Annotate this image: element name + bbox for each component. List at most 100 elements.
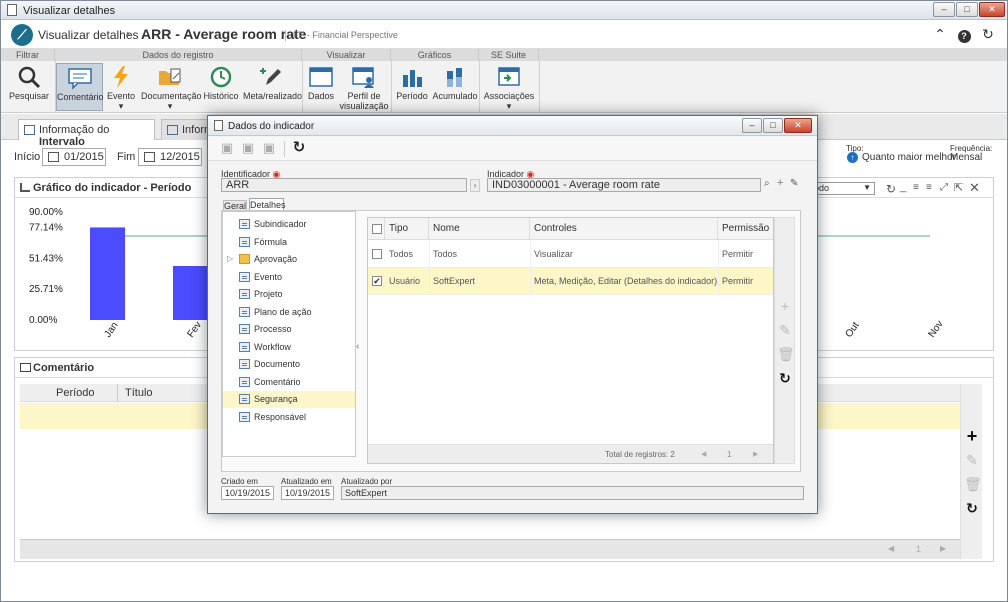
- associacoes-button[interactable]: Associações ▾: [482, 63, 536, 111]
- stacked-chart-icon: [447, 68, 462, 87]
- comentario-button[interactable]: Comentário: [56, 63, 104, 111]
- inicio-date-field[interactable]: 01/2015: [42, 148, 106, 166]
- refresh-icon[interactable]: ↻: [291, 140, 307, 156]
- row-checkbox[interactable]: [372, 249, 382, 259]
- tree-item-subindicador[interactable]: Subindicador: [223, 216, 355, 233]
- edit-icon[interactable]: ✎: [964, 452, 980, 468]
- sort-up-icon[interactable]: ≡: [926, 182, 932, 193]
- add-icon[interactable]: +: [777, 298, 793, 314]
- chart-refresh-icon[interactable]: ↻: [886, 182, 896, 196]
- col-periodo-header[interactable]: Período: [56, 387, 95, 399]
- tree-item-aprovacao[interactable]: ▷ Aprovação: [223, 251, 355, 268]
- maximize-button[interactable]: □: [956, 2, 978, 17]
- y-tick-label: 25.71%: [29, 284, 63, 295]
- sort-down-icon[interactable]: ≡: [913, 182, 919, 193]
- save-icon[interactable]: ▣: [240, 140, 256, 156]
- dados-button[interactable]: Dados: [305, 63, 337, 111]
- chart-view-select[interactable]: odo ▼: [810, 182, 875, 195]
- meta-realizado-button[interactable]: Meta/realizado: [243, 63, 303, 111]
- tree-item-comentario[interactable]: Comentário: [223, 374, 355, 391]
- select-all-checkbox[interactable]: [372, 224, 382, 234]
- col-titulo-header[interactable]: Título: [125, 387, 153, 399]
- prev-page-icon[interactable]: ◀: [701, 450, 706, 458]
- tree-item-responsavel[interactable]: Responsável: [223, 409, 355, 426]
- col-controles-header[interactable]: Controles: [530, 218, 718, 240]
- periodo-button[interactable]: Período: [394, 63, 430, 111]
- col-permissao-header[interactable]: Permissão: [718, 218, 773, 240]
- help-icon[interactable]: ?: [956, 26, 972, 43]
- row-checkbox-checked[interactable]: ✔: [372, 276, 382, 286]
- document-icon: [7, 4, 17, 16]
- minimize-button[interactable]: –: [933, 2, 955, 17]
- perfil-visualizacao-button[interactable]: Perfil de visualização: [339, 63, 389, 111]
- tree-item-processo[interactable]: Processo: [223, 321, 355, 338]
- tree-item-evento[interactable]: Evento: [223, 269, 355, 286]
- next-page-icon[interactable]: ▶: [753, 450, 758, 458]
- edit-icon[interactable]: ✎: [790, 178, 798, 189]
- y-tick-label: 51.43%: [29, 253, 63, 264]
- pesquisar-button[interactable]: Pesquisar: [5, 63, 53, 111]
- column-divider: [429, 240, 430, 295]
- dialog-maximize-button[interactable]: □: [763, 118, 783, 133]
- delete-icon[interactable]: 🗑: [777, 346, 795, 362]
- list-icon: [239, 411, 250, 422]
- splitter-collapse-icon[interactable]: ‹: [356, 341, 359, 352]
- tree-item-projeto[interactable]: Projeto: [223, 286, 355, 303]
- grid-side-toolbar: + ✎ 🗑 ↻: [774, 217, 795, 464]
- export-icon[interactable]: ⇱: [954, 181, 963, 194]
- refresh-icon[interactable]: ↻: [777, 370, 793, 386]
- expand-icon[interactable]: ⤢: [940, 182, 948, 193]
- next-page-icon[interactable]: ▶: [940, 544, 946, 553]
- atualizado-label: Atualizado em: [281, 477, 332, 486]
- indicador-field[interactable]: IND03000001 - Average room rate: [487, 178, 761, 192]
- minimize-icon[interactable]: _: [900, 181, 906, 193]
- column-divider: [530, 240, 531, 295]
- first-page-icon[interactable]: ◀: [888, 544, 894, 553]
- save-close-icon[interactable]: ▣: [261, 140, 277, 156]
- tree-item-formula[interactable]: Fórmula: [223, 234, 355, 251]
- delete-icon[interactable]: 🗑: [964, 476, 982, 492]
- identificador-field[interactable]: ARR: [221, 178, 467, 192]
- collapse-icon[interactable]: ⌃: [932, 26, 948, 42]
- evento-button[interactable]: Evento ▾: [104, 63, 138, 111]
- edit-icon[interactable]: ✎: [777, 322, 793, 338]
- close-icon[interactable]: ✕: [969, 180, 980, 196]
- add-icon[interactable]: +: [777, 177, 783, 189]
- expand-icon[interactable]: ▷: [227, 254, 233, 263]
- dialog-close-button[interactable]: ✕: [784, 118, 812, 133]
- tree-item-plano-de-acao[interactable]: Plano de ação: [223, 304, 355, 321]
- tree-item-documento[interactable]: Documento: [223, 356, 355, 373]
- cell-permissao: Permitir: [722, 276, 753, 286]
- list-icon: [239, 306, 250, 317]
- documentacao-button[interactable]: Documentação ▾: [141, 63, 202, 111]
- dialog-minimize-button[interactable]: –: [742, 118, 762, 133]
- group-filtrar-header: Filtrar: [1, 49, 55, 61]
- security-grid: Tipo Nome Controles Permissão Todos Todo…: [367, 217, 774, 464]
- tab-informacao-intervalo[interactable]: Informação do Intervalo: [18, 119, 155, 148]
- refresh-icon[interactable]: ↻: [964, 500, 980, 516]
- col-tipo-header[interactable]: Tipo: [385, 218, 429, 240]
- inicio-value: 01/2015: [64, 151, 104, 163]
- add-icon[interactable]: +: [964, 427, 980, 445]
- tab-informacao-2[interactable]: Inform: [161, 119, 211, 140]
- tree-item-workflow[interactable]: Workflow: [223, 339, 355, 356]
- close-button[interactable]: ✕: [979, 2, 1005, 17]
- search-icon[interactable]: ⌕: [764, 178, 770, 189]
- meta-realizado-label: Meta/realizado: [243, 91, 303, 101]
- bar-jan[interactable]: [90, 227, 125, 320]
- breadcrumb[interactable]: Visualizar detalhes: [38, 28, 139, 42]
- document-icon: [214, 120, 223, 131]
- tree-item-seguranca[interactable]: Segurança: [223, 391, 355, 408]
- page-title: ARR - Average room rate: [141, 26, 307, 42]
- divider: [285, 30, 286, 41]
- refresh-icon[interactable]: ↻: [980, 26, 996, 42]
- acumulado-button[interactable]: Acumulado: [432, 63, 478, 111]
- save-new-icon[interactable]: ▣: [219, 140, 235, 156]
- chevron-right-icon[interactable]: ›: [470, 179, 480, 192]
- fim-date-field[interactable]: 12/2015: [138, 148, 202, 166]
- historico-button[interactable]: Histórico: [201, 63, 241, 111]
- col-nome-header[interactable]: Nome: [429, 218, 530, 240]
- arrow-up-icon: ↑: [847, 152, 858, 163]
- bar-fev[interactable]: [173, 266, 208, 320]
- chevron-down-icon: ▾: [167, 101, 173, 111]
